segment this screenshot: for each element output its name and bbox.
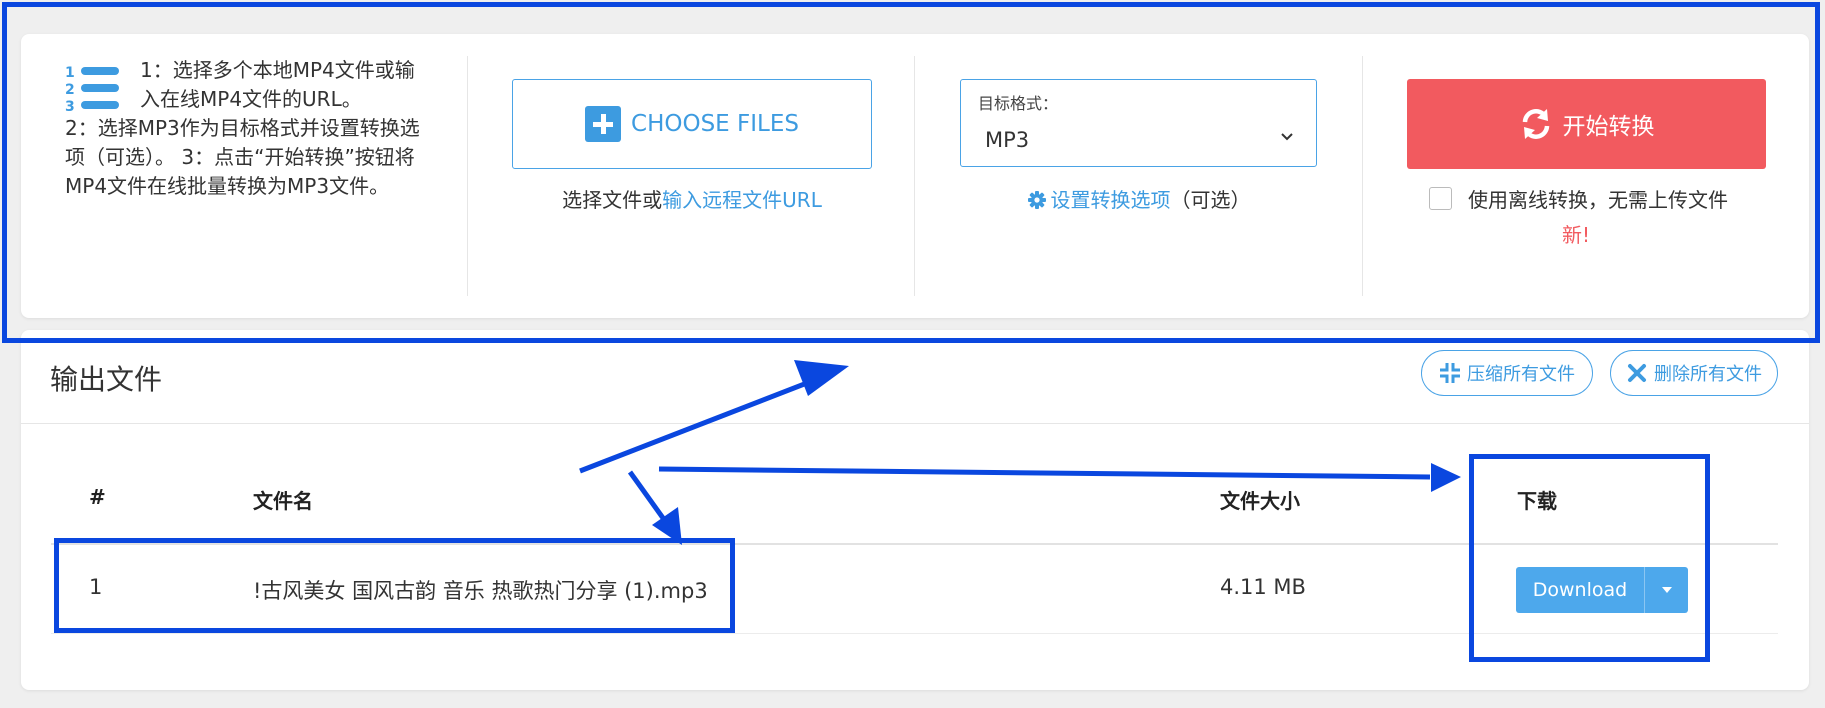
delete-all-button[interactable]: 删除所有文件 <box>1610 350 1778 396</box>
annotation-box-download <box>1469 454 1710 662</box>
compress-all-button[interactable]: 压缩所有文件 <box>1421 350 1593 396</box>
column-header-filename: 文件名 <box>253 489 313 513</box>
column-header-index: # <box>89 485 106 509</box>
close-icon <box>1628 364 1646 382</box>
annotation-box-filename <box>54 538 735 633</box>
compress-all-label: 压缩所有文件 <box>1467 364 1575 385</box>
column-header-filesize: 文件大小 <box>1220 489 1300 513</box>
output-files-title: 输出文件 <box>50 363 163 396</box>
delete-all-label: 删除所有文件 <box>1654 364 1762 385</box>
annotation-box-converter <box>2 2 1820 343</box>
row-filesize: 4.11 MB <box>1220 575 1306 599</box>
title-divider <box>21 423 1809 424</box>
compress-icon <box>1440 363 1460 383</box>
